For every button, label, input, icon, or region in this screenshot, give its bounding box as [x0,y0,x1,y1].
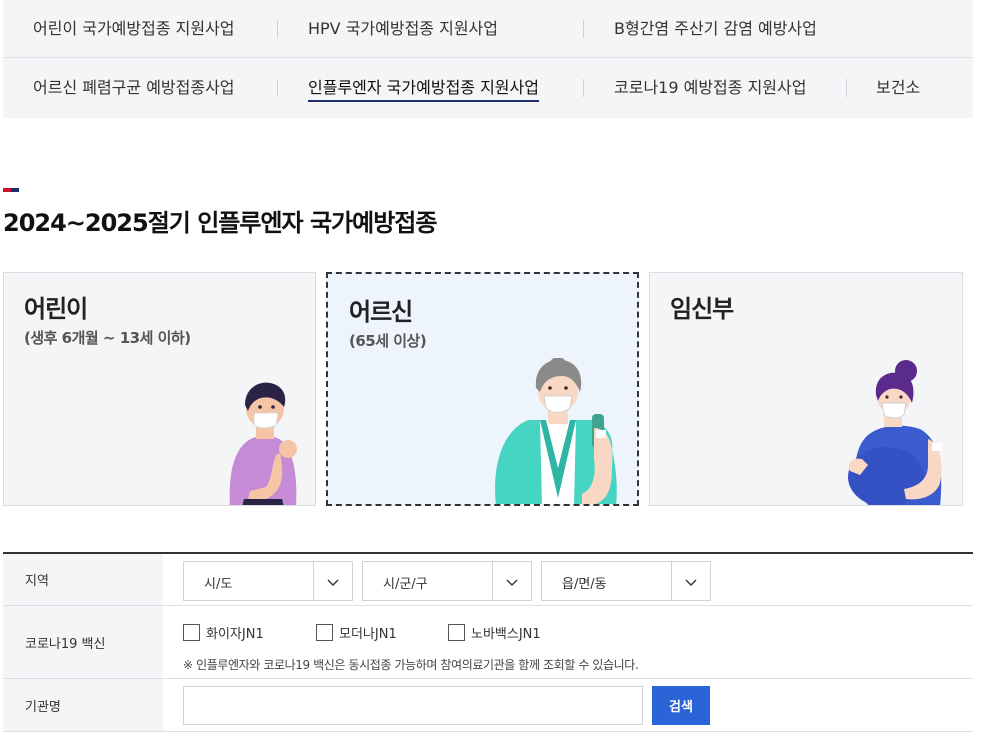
card-title: 임신부 [670,295,734,323]
institution-name-input[interactable] [183,686,643,725]
city-select[interactable]: 시/군/구 [362,561,532,601]
town-select[interactable]: 읍/면/동 [541,561,711,601]
nav-item-label: 보건소 [876,78,921,97]
checkbox-label: 모더나JN1 [339,627,397,642]
region-row: 지역 시/도 시/군/구 읍/면/동 [3,554,973,606]
title-flag-mark [3,188,19,192]
nav-item-child-vaccination[interactable]: 어린이 국가예방접종 지원사업 [33,0,235,58]
page-title: 2024~2025절기 인플루엔자 국가예방접종 [3,209,437,237]
nav-item-hpv[interactable]: HPV 국가예방접종 지원사업 [308,0,498,58]
nav-divider [846,79,847,97]
card-seniors[interactable]: 어르신 (65세 이상) [326,272,639,506]
region-label: 지역 [3,554,163,605]
institution-label: 기관명 [3,679,163,731]
province-select-value: 시/도 [204,577,233,592]
novavax-checkbox[interactable]: 노바백스JN1 [448,623,541,642]
program-nav-row-2: 어르신 폐렴구균 예방접종사업 인플루엔자 국가예방접종 지원사업 코로나19 … [3,59,973,117]
covid-vaccine-row: 코로나19 백신 화이자JN1 모더나JN1 노바백스JN1 ※ 인플루엔자와 … [3,606,973,679]
pregnant-woman-illustration [848,360,942,505]
card-title: 어르신 [349,298,413,326]
town-select-value: 읍/면/동 [562,577,607,592]
chevron-down-icon [506,579,518,586]
nav-item-hepatitis-b[interactable]: B형간염 주산기 감염 예방사업 [614,0,817,58]
checkbox-label: 화이자JN1 [206,627,264,642]
institution-row: 기관명 검색 [3,679,973,732]
institution-search-form: 지역 시/도 시/군/구 읍/면/동 코로나19 백신 화이자JN1 모더나JN… [3,552,973,732]
nav-item-label: 어린이 국가예방접종 지원사업 [33,19,235,38]
nav-item-covid19[interactable]: 코로나19 예방접종 지원사업 [614,59,806,117]
card-pregnant[interactable]: 임신부 [649,272,963,506]
checkbox-box[interactable] [316,624,333,641]
nav-item-pneumococcal[interactable]: 어르신 폐렴구균 예방접종사업 [33,59,235,117]
chevron-down-icon [685,579,697,586]
checkbox-box[interactable] [448,624,465,641]
card-title: 어린이 [24,295,88,323]
chevron-down-icon [327,579,339,586]
city-select-value: 시/군/구 [383,577,428,592]
moderna-checkbox[interactable]: 모더나JN1 [316,623,397,642]
nav-divider [583,79,584,97]
nav-item-label: 어르신 폐렴구균 예방접종사업 [33,78,235,97]
province-select[interactable]: 시/도 [183,561,353,601]
pfizer-checkbox[interactable]: 화이자JN1 [183,623,264,642]
nav-divider [583,20,584,38]
search-button[interactable]: 검색 [652,686,710,725]
checkbox-box[interactable] [183,624,200,641]
nav-divider [277,79,278,97]
nav-divider [277,20,278,38]
child-illustration [229,382,297,505]
nav-item-health-center[interactable]: 보건소 [876,59,920,117]
nav-item-label: B형간염 주산기 감염 예방사업 [614,19,817,38]
nav-item-label: 인플루엔자 국가예방접종 지원사업 [308,78,539,102]
program-nav: 어린이 국가예방접종 지원사업 HPV 국가예방접종 지원사업 B형간염 주산기… [3,0,973,118]
nav-item-label: 코로나19 예방접종 지원사업 [614,78,807,97]
nav-item-influenza[interactable]: 인플루엔자 국가예방접종 지원사업 [308,59,539,117]
card-subtitle: (65세 이상) [349,332,427,350]
program-nav-row-1: 어린이 국가예방접종 지원사업 HPV 국가예방접종 지원사업 B형간염 주산기… [3,0,973,58]
co-administration-note: ※ 인플루엔자와 코로나19 백신은 동시접종 가능하며 참여의료기관을 함께 … [183,658,639,672]
covid-vaccine-label: 코로나19 백신 [3,606,163,678]
senior-illustration [495,358,617,504]
nav-item-label: HPV 국가예방접종 지원사업 [308,19,498,38]
checkbox-label: 노바백스JN1 [471,627,541,642]
card-subtitle: (생후 6개월 ~ 13세 이하) [24,329,191,347]
card-children[interactable]: 어린이 (생후 6개월 ~ 13세 이하) [3,272,316,506]
